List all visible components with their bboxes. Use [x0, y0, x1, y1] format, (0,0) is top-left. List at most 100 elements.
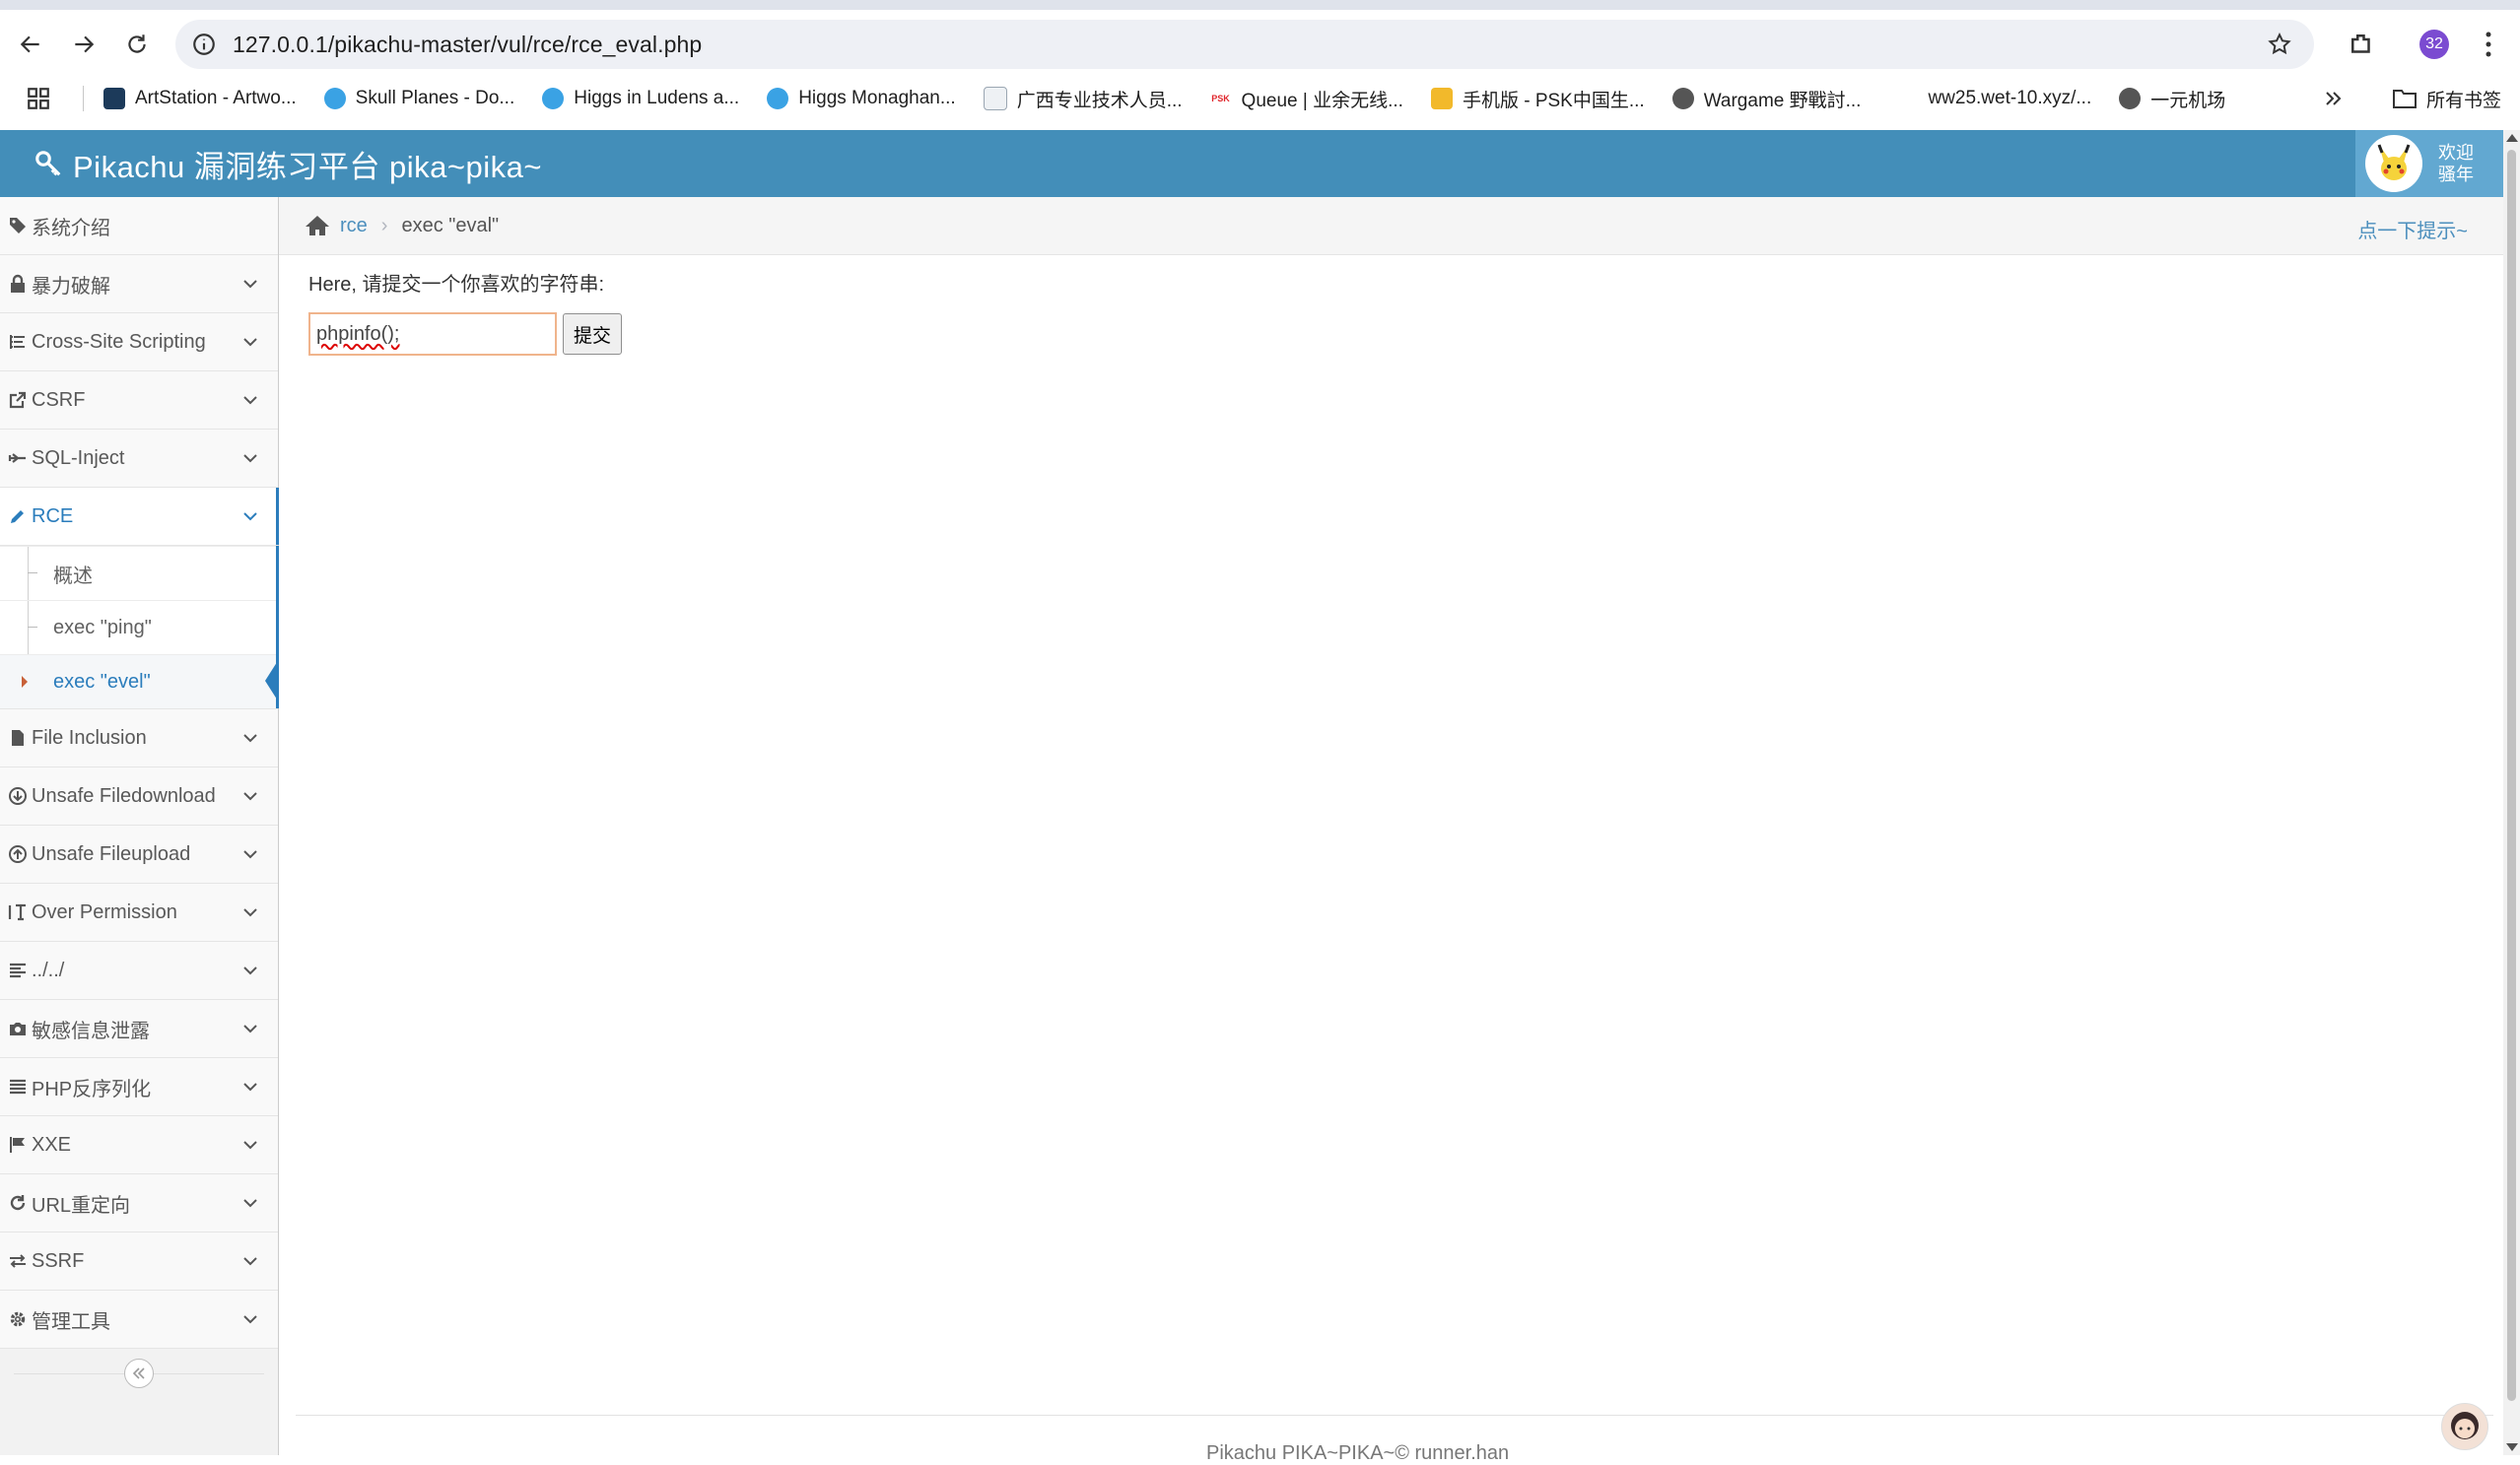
bookmark-item[interactable]: Higgs in Ludens a...	[542, 88, 739, 109]
sidebar-item-sqli[interactable]: SQL-Inject	[0, 430, 278, 488]
forward-button[interactable]	[57, 18, 110, 71]
submenu-item-exec-ping[interactable]: exec "ping"	[0, 600, 278, 654]
extensions-icon[interactable]	[2347, 30, 2376, 59]
text-height-icon	[8, 902, 28, 922]
align-justify-icon	[8, 1077, 28, 1097]
chevron-double-right-icon[interactable]	[2322, 87, 2346, 110]
scroll-up-icon[interactable]	[2506, 134, 2518, 142]
sidebar-item-filedownload[interactable]: Unsafe Filedownload	[0, 767, 278, 826]
breadcrumb-current: exec "eval"	[401, 214, 500, 236]
sidebar-item-ssrf[interactable]: SSRF	[0, 1232, 278, 1291]
assistant-avatar[interactable]	[2441, 1403, 2488, 1450]
user-menu[interactable]: 欢迎 骚年	[2355, 130, 2503, 197]
bookmarks-bar: ArtStation - Artwo... Skull Planes - Do.…	[0, 79, 2520, 118]
submenu-tick	[28, 572, 37, 573]
home-icon[interactable]	[305, 214, 330, 237]
form-prompt: Here, 请提交一个你喜欢的字符串:	[308, 274, 605, 296]
profile-avatar[interactable]: 32	[2419, 30, 2449, 59]
tags-icon	[8, 216, 28, 235]
welcome-text: 欢迎	[2438, 143, 2474, 163]
flag-icon	[8, 1135, 28, 1155]
key-icon	[35, 151, 61, 176]
url-text[interactable]: 127.0.0.1/pikachu-master/vul/rce/rce_eva…	[233, 32, 702, 58]
sidebar-collapse-button[interactable]	[124, 1359, 154, 1388]
girl-avatar-icon	[2451, 1412, 2479, 1439]
chevron-down-icon	[243, 512, 257, 521]
double-angle-left-icon	[132, 1367, 145, 1379]
rce-submenu: 概述 exec "ping" exec "evel"	[0, 546, 279, 709]
site-info-icon[interactable]	[191, 32, 217, 57]
menu-kebab-icon[interactable]	[2485, 31, 2492, 58]
globe-icon	[1671, 88, 1694, 109]
sidebar-item-xss[interactable]: Cross-Site Scripting	[0, 313, 278, 371]
sidebar-item-fileupload[interactable]: Unsafe Fileupload	[0, 826, 278, 884]
sidebar-item-over-permission[interactable]: Over Permission	[0, 884, 278, 942]
back-button[interactable]	[4, 18, 57, 71]
upload-icon	[8, 844, 28, 864]
bookmark-item[interactable]: Higgs Monaghan...	[767, 88, 956, 109]
bookmark-item[interactable]: PSK Queue | 业余无线...	[1209, 86, 1403, 112]
bookmark-item[interactable]: ArtStation - Artwo...	[103, 88, 297, 109]
refresh-icon	[8, 1193, 28, 1213]
sidebar-item-info-leak[interactable]: 敏感信息泄露	[0, 1000, 278, 1058]
folder-icon	[2393, 90, 2417, 108]
scroll-down-icon[interactable]	[2506, 1443, 2518, 1451]
globe-icon	[2119, 88, 2142, 109]
hint-link[interactable]: 点一下提示~	[2357, 215, 2468, 243]
sidebar-item-admin-tools[interactable]: 管理工具	[0, 1291, 278, 1349]
brand-title[interactable]: Pikachu 漏洞练习平台 pika~pika~	[73, 142, 542, 186]
submit-button[interactable]: 提交	[563, 313, 623, 355]
reload-button[interactable]	[110, 18, 164, 71]
exchange-icon	[8, 1251, 28, 1271]
sidebar-item-path-traversal[interactable]: ../../	[0, 942, 278, 1000]
favicon-icon	[323, 88, 346, 109]
favicon-icon	[103, 88, 125, 109]
sidebar-item-php-unserialize[interactable]: PHP反序列化	[0, 1058, 278, 1116]
bookmark-item[interactable]: ww25.wet-10.xyz/...	[1928, 88, 2091, 109]
download-icon	[8, 786, 28, 806]
bookmark-item[interactable]: Skull Planes - Do...	[323, 88, 514, 109]
sidebar-collapse-row	[0, 1349, 278, 1398]
eval-input[interactable]: phpinfo();	[308, 312, 557, 356]
camera-icon	[8, 1019, 28, 1038]
active-pointer	[265, 659, 279, 702]
pikachu-icon	[2377, 144, 2411, 180]
chevron-down-icon	[243, 338, 257, 347]
caret-right-icon	[22, 676, 28, 688]
sidebar-item-rce[interactable]: RCE	[0, 488, 279, 546]
chevron-down-icon	[243, 1141, 257, 1150]
bookmark-item[interactable]: 一元机场	[2119, 86, 2225, 112]
page-content: Here, 请提交一个你喜欢的字符串: phpinfo(); 提交	[308, 268, 623, 356]
favicon-icon	[983, 87, 1007, 110]
address-bar[interactable]: 127.0.0.1/pikachu-master/vul/rce/rce_eva…	[175, 20, 2314, 69]
breadcrumb-link-rce[interactable]: rce	[340, 215, 368, 237]
bookmark-item[interactable]: Wargame 野戰討...	[1671, 86, 1861, 112]
submenu-item-overview[interactable]: 概述	[0, 546, 278, 600]
bookmark-item[interactable]: 广西专业技术人员...	[983, 86, 1183, 112]
bookmark-item[interactable]: 手机版 - PSK中国生...	[1430, 86, 1645, 112]
all-bookmarks-button[interactable]: 所有书签	[2393, 79, 2501, 118]
page-scrollbar[interactable]	[2503, 130, 2520, 1455]
chevron-down-icon	[243, 396, 257, 405]
footer-text: Pikachu PIKA~PIKA~© runner.han	[1206, 1442, 1510, 1464]
apps-grid-icon[interactable]	[26, 86, 51, 111]
chevron-down-icon	[243, 908, 257, 917]
sidebar-item-bruteforce[interactable]: 暴力破解	[0, 255, 278, 313]
list-icon	[8, 332, 28, 352]
arrow-left-icon	[20, 35, 39, 53]
pikachu-avatar	[2365, 135, 2422, 192]
chevron-down-icon	[243, 280, 257, 289]
chevron-down-icon	[243, 454, 257, 463]
sidebar-item-xxe[interactable]: XXE	[0, 1116, 278, 1174]
chevron-down-icon	[243, 792, 257, 801]
fighter-jet-icon	[8, 448, 28, 468]
reload-icon	[128, 34, 146, 53]
sidebar-item-intro[interactable]: 系统介绍	[0, 197, 278, 255]
sidebar-item-csrf[interactable]: CSRF	[0, 371, 278, 430]
bookmark-star-icon[interactable]	[2267, 32, 2292, 57]
submenu-item-exec-eval[interactable]: exec "evel"	[0, 654, 279, 708]
sidebar-item-url-redirect[interactable]: URL重定向	[0, 1174, 278, 1232]
sidebar-item-file-inclusion[interactable]: File Inclusion	[0, 709, 278, 767]
username-text: 骚年	[2438, 165, 2474, 184]
scrollbar-thumb[interactable]	[2507, 150, 2516, 1401]
